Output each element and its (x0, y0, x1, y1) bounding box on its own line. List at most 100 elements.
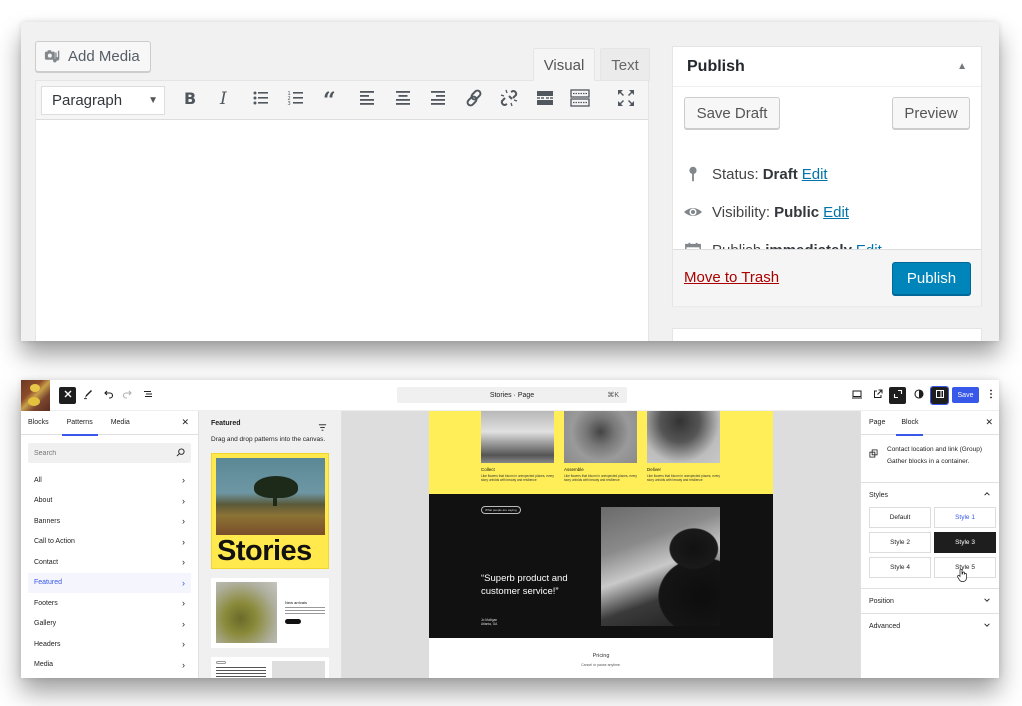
tab-media[interactable]: Media (102, 411, 139, 435)
redo-button[interactable] (119, 387, 136, 404)
tab-blocks[interactable]: Blocks (21, 411, 58, 435)
pencil-icon (82, 387, 94, 405)
category-headers[interactable]: Headers › (28, 634, 191, 655)
filter-icon[interactable] (318, 419, 327, 431)
document-overview-button[interactable] (139, 387, 156, 404)
publish-button[interactable]: Publish (892, 262, 971, 295)
fullscreen-button[interactable] (609, 85, 645, 115)
features-section[interactable]: Collect Assemble Deliver Like flowers th… (429, 411, 773, 494)
style-3-button[interactable]: Style 3 (934, 532, 996, 553)
tree-shape (254, 476, 298, 498)
styles-panel-title: Styles (869, 491, 889, 499)
keyboard-icon (570, 88, 590, 113)
align-center-button[interactable] (385, 85, 421, 115)
save-button[interactable]: Save (952, 387, 979, 403)
close-inserter-button[interactable] (59, 387, 76, 404)
tab-patterns[interactable]: Patterns (58, 411, 102, 436)
command-palette-bar[interactable]: Stories · Page ⌘K (397, 387, 627, 403)
settings-toggle-button[interactable] (930, 386, 949, 405)
tab-text[interactable]: Text (600, 48, 650, 81)
style-4-button[interactable]: Style 4 (869, 557, 931, 578)
post-content-editor[interactable] (35, 120, 649, 341)
toolbar-toggle-button[interactable] (563, 85, 599, 115)
category-gallery[interactable]: Gallery › (28, 614, 191, 635)
close-icon[interactable]: ✕ (181, 417, 189, 428)
feature-text: Like flowers that bloom in unexpected pl… (564, 474, 637, 482)
numbered-list-button[interactable]: 123 (279, 85, 315, 115)
undo-icon (102, 387, 114, 405)
align-right-button[interactable] (421, 85, 457, 115)
block-description: Gather blocks in a container. (887, 458, 970, 465)
style-2-button[interactable]: Style 2 (869, 532, 931, 553)
category-all[interactable]: All › (28, 470, 191, 491)
category-call-to-action[interactable]: Call to Action › (28, 532, 191, 553)
edit-status-link[interactable]: Edit (802, 166, 828, 183)
category-label: Gallery (34, 620, 57, 628)
category-featured[interactable]: Featured › (28, 572, 191, 593)
editor-canvas: Collect Assemble Deliver Like flowers th… (342, 411, 860, 678)
inserter-tabs: Blocks Patterns Media ✕ (21, 411, 198, 436)
category-label: Footers (34, 599, 58, 607)
preview-button[interactable]: Preview (892, 97, 970, 129)
category-label: All (34, 476, 42, 484)
format-select-value: Paragraph (52, 91, 123, 109)
position-panel-toggle[interactable]: Position (861, 589, 999, 613)
device-preview-button[interactable] (848, 387, 865, 404)
feature-title: Assemble (564, 467, 584, 472)
read-more-button[interactable] (527, 85, 563, 115)
tab-page[interactable]: Page (861, 411, 893, 435)
advanced-panel-toggle[interactable]: Advanced (861, 614, 999, 638)
tools-button[interactable] (79, 387, 96, 404)
tab-visual[interactable]: Visual (533, 48, 595, 81)
bulleted-list-button[interactable] (243, 85, 279, 115)
collapse-toggle-icon[interactable]: ▲ (957, 61, 967, 72)
close-icon[interactable]: ✕ (985, 417, 993, 428)
pattern-text-lines (216, 667, 266, 678)
block-styles-grid: Default Style 1 Style 2 Style 3 Style 4 … (861, 507, 999, 588)
style-default-button[interactable]: Default (869, 507, 931, 528)
styles-panel-toggle[interactable]: Styles (861, 483, 999, 507)
options-menu-button[interactable] (982, 387, 999, 404)
tab-block[interactable]: Block (893, 411, 926, 436)
category-footers[interactable]: Footers › (28, 593, 191, 614)
styles-button[interactable] (910, 387, 927, 404)
italic-button[interactable]: I (208, 85, 244, 115)
pricing-section[interactable]: Pricing Cancel or pause anytime. (429, 638, 773, 678)
move-to-trash-link[interactable]: Move to Trash (684, 269, 779, 286)
style-1-button[interactable]: Style 1 (934, 507, 996, 528)
undo-button[interactable] (99, 387, 116, 404)
align-left-icon (357, 88, 377, 113)
zoom-out-button[interactable] (889, 387, 906, 404)
desktop-icon (851, 387, 863, 405)
search-input[interactable] (34, 449, 154, 457)
category-about[interactable]: About › (28, 491, 191, 512)
pattern-card-third[interactable] (211, 657, 329, 678)
category-media[interactable]: Media › (28, 655, 191, 676)
save-draft-button[interactable]: Save Draft (684, 97, 780, 129)
pattern-preview-panel: Featured Drag and drop patterns into the… (199, 411, 342, 678)
category-banners[interactable]: Banners › (28, 511, 191, 532)
advanced-panel-title: Advanced (869, 622, 901, 630)
remove-link-button[interactable] (492, 85, 528, 115)
pattern-card-stories[interactable]: Stories (211, 453, 329, 569)
page-preview[interactable]: Collect Assemble Deliver Like flowers th… (429, 411, 773, 678)
edit-visibility-link[interactable]: Edit (823, 204, 849, 221)
chevron-right-icon: › (182, 495, 185, 506)
view-site-button[interactable] (869, 387, 886, 404)
format-select[interactable]: Paragraph ▼ (41, 85, 165, 115)
testimonial-section[interactable]: What people are saying “Superb product a… (429, 494, 773, 638)
insert-link-button[interactable] (456, 85, 492, 115)
category-contact[interactable]: Contact › (28, 552, 191, 573)
site-icon[interactable] (21, 380, 50, 411)
style-5-button[interactable]: Style 5 (934, 557, 996, 578)
bold-button[interactable]: B (172, 85, 208, 115)
pattern-button-shape (285, 619, 301, 624)
pricing-subtitle: Cancel or pause anytime. (581, 663, 621, 667)
align-left-button[interactable] (350, 85, 386, 115)
publish-metabox-header[interactable]: Publish ▲ (673, 47, 981, 87)
blockquote-button[interactable]: “ (314, 85, 350, 115)
pattern-panel-description: Drag and drop patterns into the canvas. (211, 436, 326, 443)
pattern-card-new-arrivals[interactable]: New arrivals (211, 578, 329, 648)
flower-image-collect (481, 411, 554, 463)
add-media-button[interactable]: Add Media (35, 41, 151, 72)
